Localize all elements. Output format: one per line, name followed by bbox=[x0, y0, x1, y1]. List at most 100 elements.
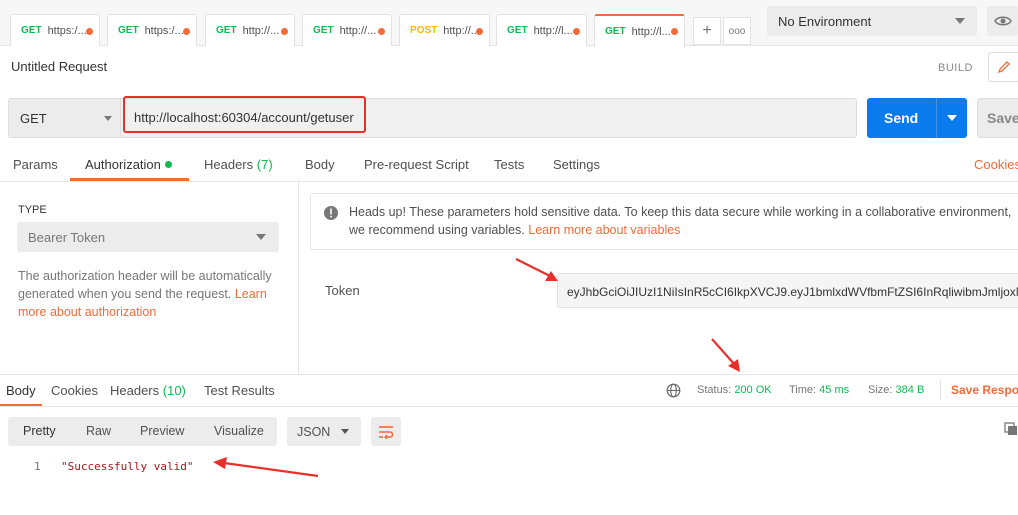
notice-line-2-text: we recommend using variables. bbox=[349, 223, 529, 237]
chevron-down-icon bbox=[256, 234, 266, 240]
request-tab-5[interactable]: POST http://... bbox=[399, 14, 490, 46]
divider bbox=[0, 181, 1018, 182]
divider bbox=[0, 374, 1018, 375]
edit-button[interactable] bbox=[988, 52, 1018, 82]
response-time[interactable]: Time: 45 ms bbox=[789, 384, 849, 396]
response-format-value: JSON bbox=[297, 424, 331, 439]
tab-headers-label: Headers bbox=[204, 157, 254, 172]
save-response-button[interactable]: Save Respon bbox=[951, 383, 1018, 397]
unsaved-dot-icon bbox=[671, 28, 678, 35]
status-label: Status: bbox=[697, 384, 732, 396]
more-tabs-button[interactable]: ooo bbox=[723, 17, 751, 45]
tab-prerequest-script[interactable]: Pre-request Script bbox=[364, 157, 469, 172]
response-body-content: "Successfully valid" bbox=[61, 460, 194, 473]
response-tab-headers[interactable]: Headers (10) bbox=[110, 383, 186, 398]
tab-params[interactable]: Params bbox=[13, 157, 58, 172]
plus-icon: + bbox=[702, 22, 712, 39]
eye-icon bbox=[993, 16, 1012, 26]
wrap-lines-button[interactable] bbox=[371, 417, 401, 446]
send-divider bbox=[936, 98, 937, 138]
tab-headers[interactable]: Headers (7) bbox=[204, 157, 273, 172]
tab-authorization[interactable]: Authorization bbox=[85, 157, 172, 172]
active-dot-icon bbox=[164, 161, 172, 168]
view-preview-button[interactable]: Preview bbox=[140, 424, 184, 438]
chevron-down-icon bbox=[104, 116, 112, 121]
tab-url: http://l... bbox=[533, 24, 573, 37]
tab-method: POST bbox=[410, 25, 438, 36]
cookies-link[interactable]: Cookies bbox=[974, 157, 1018, 172]
line-number: 1 bbox=[34, 460, 41, 473]
ellipsis-icon: ooo bbox=[728, 25, 746, 37]
response-tab-headers-count: (10) bbox=[162, 383, 186, 398]
new-tab-button[interactable]: + bbox=[693, 17, 721, 45]
request-tab-6[interactable]: GET http://l... bbox=[496, 14, 587, 46]
tab-method: GET bbox=[216, 25, 237, 36]
notice-text: Heads up! These parameters hold sensitiv… bbox=[349, 203, 1018, 239]
notice-line-2: we recommend using variables. Learn more… bbox=[349, 221, 1018, 239]
tab-url: https:/... bbox=[47, 24, 87, 37]
response-tab-test-results[interactable]: Test Results bbox=[204, 383, 275, 398]
time-label: Time: bbox=[789, 384, 817, 396]
auth-type-select[interactable]: Bearer Token bbox=[17, 222, 279, 252]
send-button[interactable]: Send bbox=[867, 98, 967, 138]
tab-authorization-label: Authorization bbox=[85, 157, 161, 172]
environment-quick-look-button[interactable] bbox=[987, 6, 1018, 36]
tab-method: GET bbox=[21, 25, 42, 36]
send-options-chevron-icon[interactable] bbox=[947, 115, 957, 121]
response-size[interactable]: Size: 384 B bbox=[868, 384, 924, 396]
response-format-select[interactable]: JSON bbox=[287, 417, 361, 446]
notice-line-1: Heads up! These parameters hold sensitiv… bbox=[349, 205, 1012, 219]
tab-url: http://... bbox=[242, 24, 280, 37]
save-label: Save bbox=[987, 110, 1018, 126]
response-status[interactable]: Status: 200 OK bbox=[697, 384, 772, 396]
auth-type-value: Bearer Token bbox=[28, 229, 106, 245]
request-tab-3[interactable]: GET http://... bbox=[205, 14, 295, 46]
view-visualize-button[interactable]: Visualize bbox=[214, 424, 264, 438]
tab-method: GET bbox=[313, 25, 334, 36]
unsaved-dot-icon bbox=[281, 28, 288, 35]
tab-settings[interactable]: Settings bbox=[553, 157, 600, 172]
size-value: 384 B bbox=[895, 384, 925, 396]
globe-icon[interactable] bbox=[666, 383, 681, 398]
unsaved-dot-icon bbox=[573, 28, 580, 35]
unsaved-dot-icon bbox=[86, 28, 93, 35]
request-title[interactable]: Untitled Request bbox=[11, 59, 107, 74]
token-value[interactable]: eyJhbGciOiJIUzI1NiIsInR5cCI6IkpXVCJ9.eyJ… bbox=[567, 285, 1018, 299]
response-tab-headers-label: Headers bbox=[110, 383, 160, 398]
url-highlight-annotation bbox=[123, 96, 366, 133]
request-tab-active[interactable]: GET http://l... bbox=[594, 14, 685, 47]
annotation-arrow-icon bbox=[515, 258, 558, 281]
divider bbox=[940, 380, 941, 400]
request-tab-2[interactable]: GET https:/... bbox=[107, 14, 197, 46]
build-mode-label[interactable]: BUILD bbox=[938, 62, 973, 74]
response-tab-cookies[interactable]: Cookies bbox=[51, 383, 98, 398]
environment-value: No Environment bbox=[778, 13, 872, 29]
copy-icon[interactable] bbox=[1004, 422, 1018, 436]
view-pretty-button[interactable]: Pretty bbox=[23, 424, 56, 438]
response-tab-body[interactable]: Body bbox=[6, 383, 36, 398]
unsaved-dot-icon bbox=[183, 28, 190, 35]
tab-body[interactable]: Body bbox=[305, 157, 335, 172]
tab-url: http://l... bbox=[631, 25, 671, 38]
status-value: 200 OK bbox=[734, 384, 772, 396]
chevron-down-icon bbox=[341, 429, 349, 434]
request-tab-4[interactable]: GET http://... bbox=[302, 14, 392, 46]
save-button[interactable]: Save bbox=[977, 98, 1018, 138]
tab-method: GET bbox=[118, 25, 139, 36]
time-value: 45 ms bbox=[819, 384, 850, 396]
request-tab-1[interactable]: GET https:/... bbox=[10, 14, 100, 46]
environment-select[interactable]: No Environment bbox=[767, 6, 977, 36]
unsaved-dot-icon bbox=[476, 28, 483, 35]
token-label: Token bbox=[325, 283, 360, 298]
tab-headers-count: (7) bbox=[256, 157, 273, 172]
view-raw-button[interactable]: Raw bbox=[86, 424, 111, 438]
tab-tests[interactable]: Tests bbox=[494, 157, 524, 172]
method-select[interactable]: GET bbox=[8, 98, 120, 138]
pencil-icon bbox=[997, 61, 1010, 74]
annotation-arrow-icon bbox=[711, 338, 740, 372]
learn-more-variables-link[interactable]: Learn more about variables bbox=[528, 223, 680, 237]
auth-type-label: TYPE bbox=[18, 204, 47, 216]
chevron-down-icon bbox=[955, 18, 965, 24]
wrap-lines-icon bbox=[379, 425, 394, 439]
tab-url: https:/... bbox=[144, 24, 184, 37]
